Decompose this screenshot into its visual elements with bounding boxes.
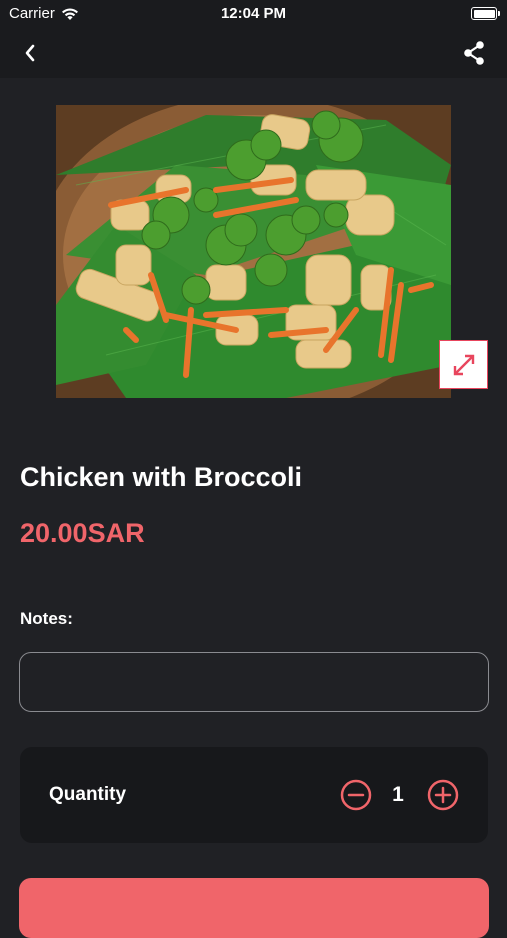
chevron-left-icon (25, 44, 35, 62)
decrease-quantity-button[interactable] (340, 779, 372, 811)
quantity-card: Quantity 1 (20, 747, 488, 843)
share-icon (464, 41, 484, 65)
share-button[interactable] (459, 38, 489, 68)
expand-icon (453, 354, 474, 375)
status-bar: Carrier 12:04 PM (0, 0, 507, 28)
product-image[interactable] (56, 105, 451, 398)
notes-input[interactable] (19, 652, 489, 712)
back-button[interactable] (14, 38, 46, 68)
product-title: Chicken with Broccoli (20, 462, 303, 492)
add-to-cart-button[interactable] (19, 878, 489, 938)
minus-circle-icon (340, 779, 372, 811)
battery-icon (471, 7, 500, 20)
quantity-value: 1 (392, 783, 404, 806)
expand-image-button[interactable] (439, 340, 488, 389)
quantity-label: Quantity (49, 784, 127, 805)
notes-label: Notes: (20, 609, 73, 628)
status-time: 12:04 PM (220, 5, 287, 22)
battery-level (473, 9, 495, 18)
plus-circle-icon (427, 779, 459, 811)
product-price: 20.00SAR (20, 518, 145, 548)
nav-bar (0, 28, 507, 78)
food-photo (56, 105, 451, 398)
increase-quantity-button[interactable] (427, 779, 459, 811)
